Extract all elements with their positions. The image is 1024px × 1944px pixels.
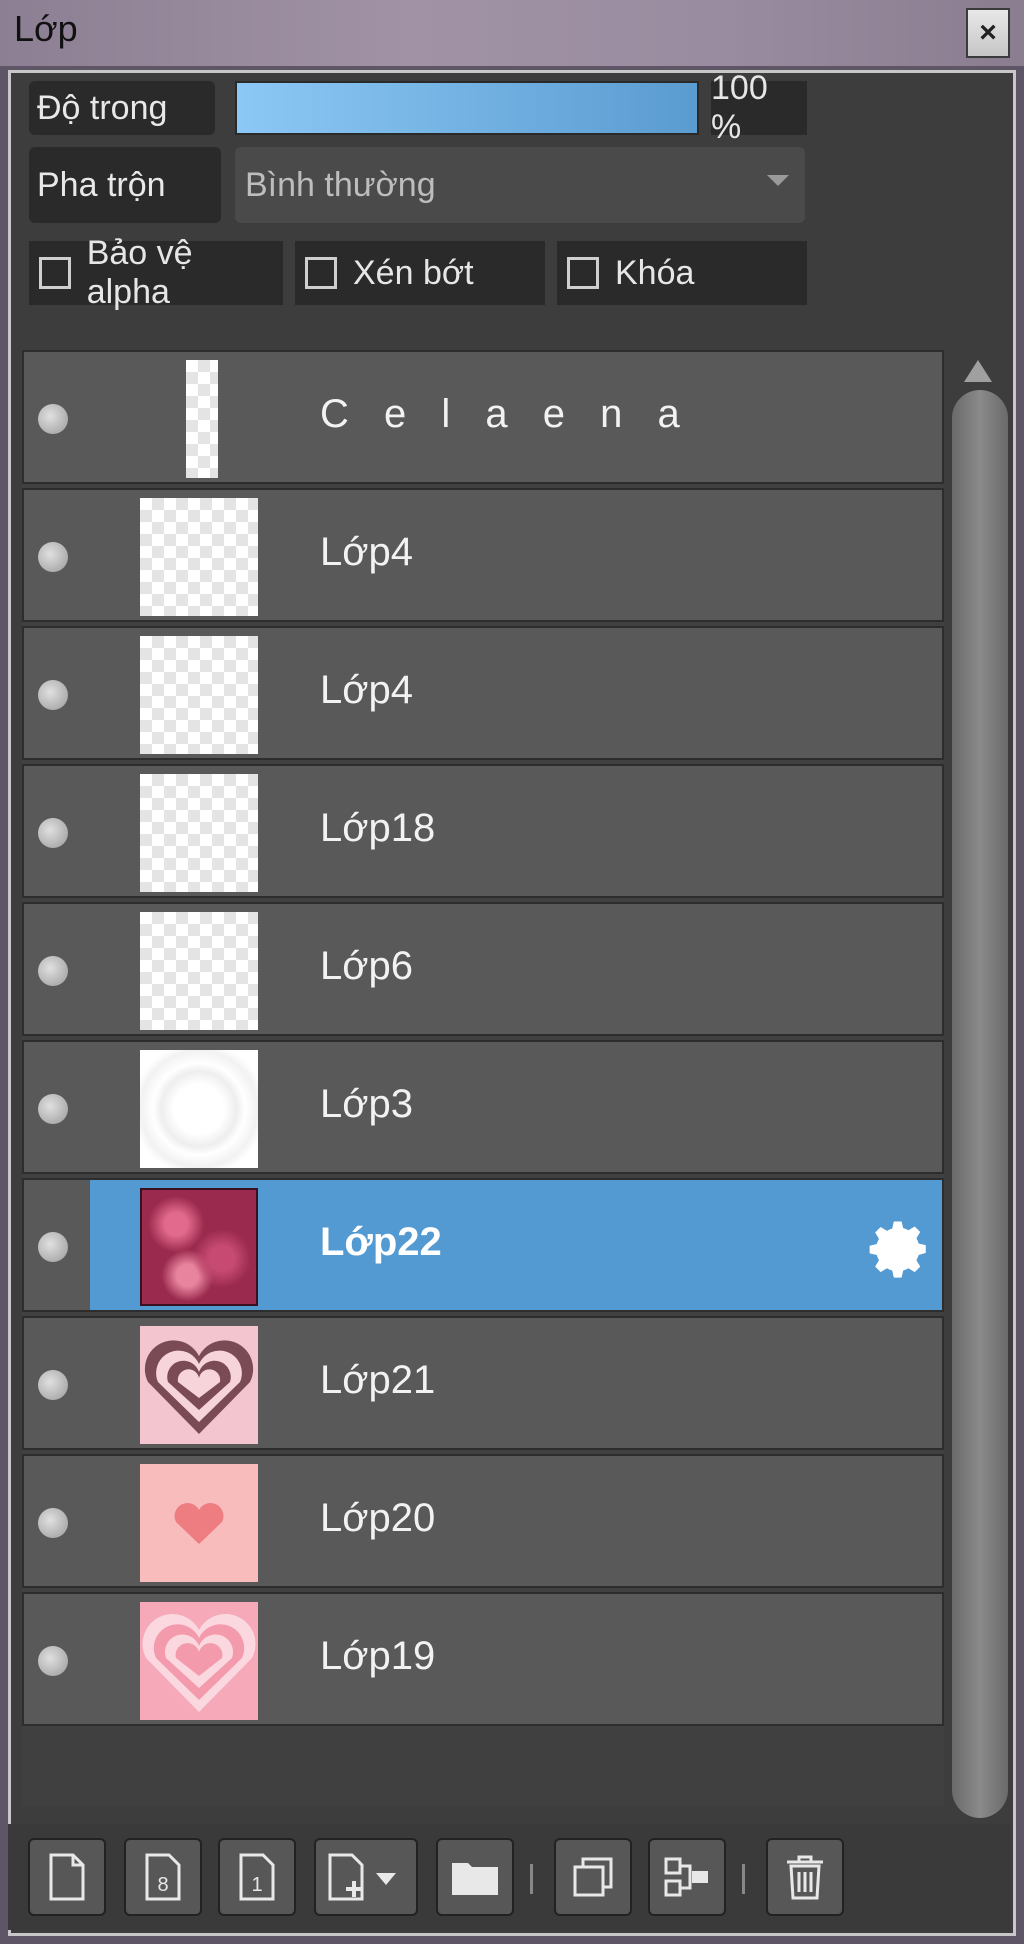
layers-content: C e l a e n a Lớp4 Lớp4 Lớp18 Lớp6 Lớp3 … — [8, 70, 1016, 1936]
visibility-toggle-icon[interactable] — [38, 1232, 68, 1262]
visibility-toggle-icon[interactable] — [38, 956, 68, 986]
add-layer-menu-icon — [328, 1853, 396, 1901]
layer-thumbnail — [140, 498, 258, 616]
layer-thumbnail — [140, 1464, 258, 1582]
visibility-toggle-icon[interactable] — [38, 680, 68, 710]
layer-name: Lớp22 — [320, 1220, 442, 1264]
close-icon: × — [979, 16, 997, 49]
visibility-toggle-icon[interactable] — [38, 404, 68, 434]
visibility-toggle-icon[interactable] — [38, 542, 68, 572]
layer-row[interactable]: C e l a e n a — [22, 350, 944, 484]
layer-thumbnail — [140, 1188, 258, 1306]
layer-name: Lớp4 — [320, 668, 413, 712]
visibility-toggle-icon[interactable] — [38, 1094, 68, 1124]
svg-text:1: 1 — [251, 1874, 262, 1896]
layer-row-selected[interactable]: Lớp22 — [22, 1178, 944, 1312]
layer-thumbnail — [140, 1326, 258, 1444]
new-layer-1bit-icon: 1 — [239, 1853, 275, 1901]
duplicate-layer-icon — [573, 1857, 613, 1897]
layer-thumbnail — [186, 360, 218, 478]
layer-row[interactable]: Lớp18 — [22, 764, 944, 898]
close-button[interactable]: × — [966, 8, 1010, 58]
layer-name: Lớp21 — [320, 1358, 436, 1402]
svg-text:8: 8 — [157, 1874, 168, 1896]
trash-icon — [787, 1855, 823, 1900]
new-layer-button[interactable] — [28, 1838, 106, 1916]
visibility-toggle-icon[interactable] — [38, 818, 68, 848]
scrollbar-thumb[interactable] — [952, 390, 1008, 1818]
layer-row[interactable]: Lớp6 — [22, 902, 944, 1036]
new-layer-1bit-button[interactable]: 1 — [218, 1838, 296, 1916]
layer-name: Lớp18 — [320, 806, 436, 850]
layer-row[interactable]: Lớp20 — [22, 1454, 944, 1588]
duplicate-layer-button[interactable] — [554, 1838, 632, 1916]
folder-icon — [452, 1863, 498, 1895]
layer-thumbnail — [140, 774, 258, 892]
layer-row[interactable]: Lớp4 — [22, 488, 944, 622]
layer-toolbar: 8 1 — [8, 1824, 1010, 1930]
layer-row[interactable]: Lớp3 — [22, 1040, 944, 1174]
new-layer-8bit-icon: 8 — [145, 1853, 181, 1901]
layer-name: Lớp20 — [320, 1496, 436, 1540]
merge-down-button[interactable] — [648, 1838, 726, 1916]
window-title: Lớp — [14, 8, 78, 49]
layer-thumbnail — [140, 636, 258, 754]
layer-name: C e l a e n a — [320, 392, 692, 436]
scroll-up-icon[interactable] — [964, 360, 992, 382]
toolbar-separator — [742, 1864, 745, 1894]
layer-thumbnail — [140, 1602, 258, 1720]
layer-name: Lớp3 — [320, 1082, 413, 1126]
window-titlebar: Lớp × — [0, 0, 1024, 66]
layer-name: Lớp6 — [320, 944, 413, 988]
gear-icon[interactable] — [868, 1216, 934, 1282]
add-layer-menu-button[interactable] — [314, 1838, 418, 1916]
toolbar-separator — [530, 1864, 533, 1894]
layer-thumbnail — [140, 912, 258, 1030]
visibility-toggle-icon[interactable] — [38, 1646, 68, 1676]
layer-list-scrollbar[interactable] — [952, 350, 1008, 1882]
layer-row[interactable]: Lớp19 — [22, 1592, 944, 1726]
layer-thumbnail — [140, 1050, 258, 1168]
layer-row[interactable]: Lớp4 — [22, 626, 944, 760]
visibility-toggle-icon[interactable] — [38, 1508, 68, 1538]
new-layer-8bit-button[interactable]: 8 — [124, 1838, 202, 1916]
layer-name: Lớp4 — [320, 530, 413, 574]
delete-layer-button[interactable] — [766, 1838, 844, 1916]
visibility-toggle-icon[interactable] — [38, 1370, 68, 1400]
new-layer-icon — [49, 1853, 85, 1901]
layer-row[interactable]: Lớp21 — [22, 1316, 944, 1450]
layer-list: C e l a e n a Lớp4 Lớp4 Lớp18 Lớp6 Lớp3 … — [22, 350, 944, 1806]
layer-name: Lớp19 — [320, 1634, 436, 1678]
new-folder-button[interactable] — [436, 1838, 514, 1916]
merge-down-icon — [664, 1857, 708, 1897]
